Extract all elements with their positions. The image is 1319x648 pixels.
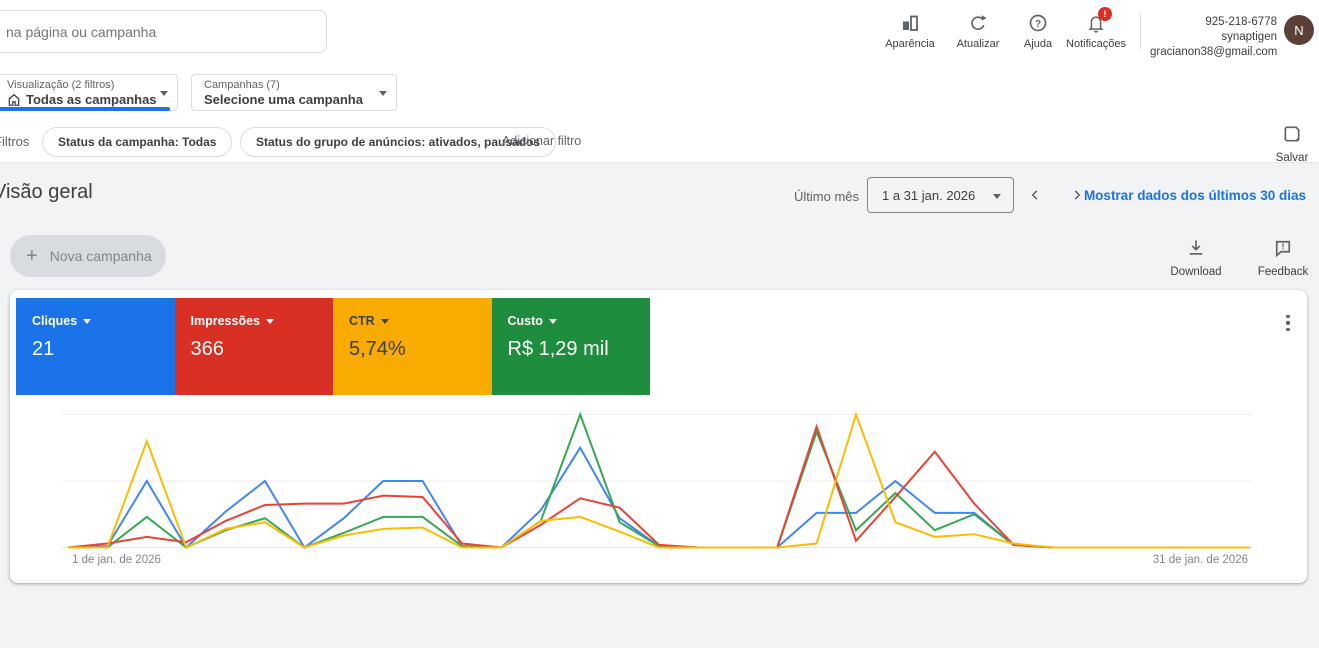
account-info[interactable]: 925-218-6778 synaptigen gracianon38@gmai… [1150,15,1277,60]
svg-text:?: ? [1035,19,1041,30]
previous-period-button[interactable] [1024,184,1046,206]
appearance-label: Aparência [885,38,935,50]
campaign-selector-value: Selecione uma campanha [204,92,363,107]
filters-title: Filtros [0,134,30,149]
download-label: Download [1170,266,1222,278]
notifications-badge: ! [1098,7,1112,21]
account-email: gracianon38@gmail.com [1150,46,1278,58]
view-selector-value: Todas as campanhas [26,92,157,107]
metric-label: Cliques [32,314,78,328]
notifications-button[interactable]: ! Notificações [1056,7,1136,60]
metric-chip-ctr[interactable]: CTR 5,74% [333,298,492,395]
date-range-dropdown[interactable]: 1 a 31 jan. 2026 [867,177,1014,213]
metric-label: Impressões [190,314,260,328]
add-filter-button[interactable]: Adicionar filtro [502,134,581,148]
new-campaign-button[interactable]: + Nova campanha [10,235,166,277]
svg-text:!: ! [1282,242,1285,252]
feedback-button[interactable]: ! Feedback [1252,238,1314,278]
account-id: 925-218-6778 synaptigen [1205,16,1277,43]
download-button[interactable]: Download [1165,238,1227,278]
feedback-label: Feedback [1257,266,1309,278]
save-button[interactable]: Salvar [1271,124,1313,164]
avatar[interactable]: N [1284,15,1314,45]
view-selector-active-indicator [0,107,170,111]
x-axis-start-label: 1 de jan. de 2026 [72,554,161,566]
metric-chip-clicks[interactable]: Cliques 21 [16,298,175,395]
search-box [0,10,327,53]
chevron-down-icon [380,318,389,324]
date-preset-label: Último mês [794,189,860,204]
feedback-icon: ! [1273,240,1293,262]
save-icon [1282,126,1302,148]
notifications-label: Notificações [1066,38,1126,50]
plus-icon: + [26,244,38,267]
chevron-down-icon [265,318,274,324]
metric-chip-impressions[interactable]: Impressões 366 [174,298,333,395]
refresh-button[interactable]: Atualizar [946,12,1010,60]
show-last-30-days-link[interactable]: Mostrar dados dos últimos 30 dias [1084,188,1306,203]
metric-value: 366 [190,338,224,360]
home-icon [7,93,21,107]
filter-pill-label: Status do grupo de anúncios: ativados, p… [256,135,541,149]
metric-label: Custo [507,314,543,328]
metric-label: CTR [349,314,375,328]
chart-series-Cliques [67,445,1250,550]
view-selector-label: Visualização (2 filtros) [7,79,115,91]
avatar-initial: N [1294,22,1304,38]
metric-value: R$ 1,29 mil [507,338,609,360]
overview-chart-card: Cliques 21 Impressões 366 CTR 5,74% Cust… [10,290,1307,583]
campaign-selector-label: Campanhas (7) [204,79,280,91]
chevron-down-icon [548,318,557,324]
chart-series-Impressões [67,423,1250,549]
new-campaign-label: Nova campanha [49,248,152,264]
trend-chart-svg [62,411,1252,550]
metric-chip-cost[interactable]: Custo R$ 1,29 mil [491,298,650,395]
download-icon [1186,240,1206,262]
chevron-down-icon [993,194,1001,199]
campaign-selector-dropdown[interactable]: Campanhas (7) Selecione uma campanha [191,74,397,111]
chevron-down-icon [83,318,92,324]
notifications-bell-icon: ! [1056,7,1136,34]
filter-pill-campaign-status[interactable]: Status da campanha: Todas [42,127,233,157]
view-selector-dropdown[interactable]: Visualização (2 filtros) Todas as campan… [0,74,178,111]
page-title: Visão geral [0,181,93,203]
google-ads-overview-page: { "topbar": { "search": { "placeholder":… [0,0,1319,648]
filter-pill-label: Status da campanha: Todas [58,135,217,149]
appearance-chart-icon [878,12,942,34]
refresh-icon [946,12,1010,34]
chevron-down-icon [379,91,387,96]
metric-value: 5,74% [349,338,406,360]
date-range-value: 1 a 31 jan. 2026 [882,188,976,203]
chevron-down-icon [160,91,168,96]
appearance-button[interactable]: Aparência [878,12,942,60]
refresh-label: Atualizar [956,38,1000,50]
search-input[interactable] [0,11,326,52]
chart-options-menu-button[interactable] [1280,312,1296,334]
topbar-divider [1140,13,1141,49]
metric-value: 21 [32,338,55,360]
x-axis-end-label: 31 de jan. de 2026 [1152,554,1248,566]
